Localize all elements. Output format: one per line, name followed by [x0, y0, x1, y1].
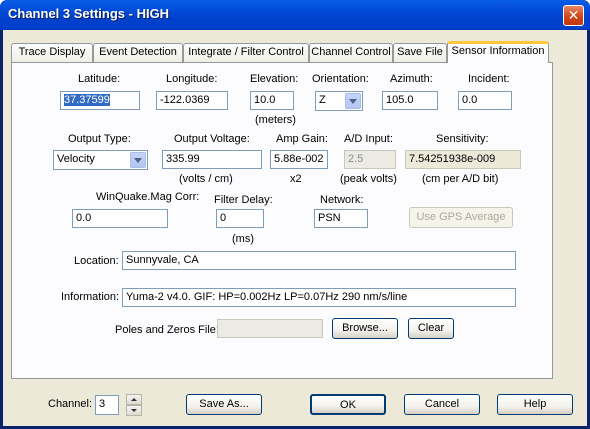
spin-up-icon[interactable]: [126, 394, 142, 405]
information-label: Information:: [61, 291, 120, 303]
amp-gain-unit: x2: [290, 173, 302, 185]
filter-delay-unit: (ms): [232, 233, 254, 245]
dialog-client: Trace Display Event Detection Integrate …: [3, 30, 587, 426]
sensitivity-unit: (cm per A/D bit): [422, 173, 499, 185]
network-field[interactable]: PSN: [314, 209, 368, 228]
output-voltage-unit: (volts / cm): [179, 173, 233, 185]
azimuth-field[interactable]: 105.0: [382, 91, 438, 110]
output-type-value: Velocity: [57, 153, 95, 165]
longitude-label: Longitude:: [166, 73, 218, 85]
filter-delay-label: Filter Delay:: [214, 194, 273, 206]
orientation-select[interactable]: Z: [315, 91, 363, 111]
output-voltage-label: Output Voltage:: [174, 133, 250, 145]
title-bar[interactable]: Channel 3 Settings - HIGH ✕: [0, 0, 590, 30]
help-button[interactable]: Help: [497, 394, 573, 415]
ad-input-field: 2.5: [344, 150, 396, 169]
tab-event-detection[interactable]: Event Detection: [93, 43, 183, 62]
sensor-information-panel: Latitude: 37.37599 Longitude: -122.0369 …: [11, 62, 553, 379]
sensitivity-label: Sensitivity:: [436, 133, 489, 145]
channel-label: Channel:: [48, 398, 93, 410]
save-as-button[interactable]: Save As...: [186, 394, 262, 415]
ok-button[interactable]: OK: [310, 394, 386, 415]
chevron-down-icon[interactable]: [130, 152, 146, 168]
latitude-field[interactable]: 37.37599: [60, 91, 140, 110]
filter-delay-field[interactable]: 0: [216, 209, 264, 228]
orientation-value: Z: [319, 94, 326, 106]
tab-channel-control[interactable]: Channel Control: [309, 43, 393, 62]
tab-sensor-information[interactable]: Sensor Information: [447, 41, 549, 63]
incident-field[interactable]: 0.0: [458, 91, 512, 110]
close-button[interactable]: ✕: [563, 5, 584, 26]
channel-field[interactable]: 3: [95, 395, 119, 415]
latitude-label: Latitude:: [78, 73, 121, 85]
tab-trace-display[interactable]: Trace Display: [11, 43, 93, 62]
latitude-value: 37.37599: [64, 94, 110, 106]
location-label: Location:: [74, 255, 119, 267]
ad-input-label: A/D Input:: [344, 133, 393, 145]
output-voltage-field[interactable]: 335.99: [162, 150, 262, 169]
winquake-mag-corr-label: WinQuake.Mag Corr:: [96, 191, 200, 203]
poles-zeros-label: Poles and Zeros File:: [115, 324, 219, 336]
tab-save-file[interactable]: Save File: [393, 43, 447, 62]
spin-down-icon[interactable]: [126, 405, 142, 416]
location-field[interactable]: Sunnyvale, CA: [122, 251, 516, 270]
tab-integrate-filter-control[interactable]: Integrate / Filter Control: [183, 43, 309, 62]
clear-button[interactable]: Clear: [408, 318, 454, 339]
browse-button[interactable]: Browse...: [332, 318, 398, 339]
settings-window: Channel 3 Settings - HIGH ✕ Trace Displa…: [0, 0, 590, 429]
amp-gain-label: Amp Gain:: [276, 133, 328, 145]
orientation-label: Orientation:: [312, 73, 369, 85]
azimuth-label: Azimuth:: [390, 73, 433, 85]
close-icon: ✕: [567, 7, 580, 23]
use-gps-average-button: Use GPS Average: [409, 207, 513, 228]
cancel-button[interactable]: Cancel: [404, 394, 480, 415]
ad-input-unit: (peak volts): [340, 173, 397, 185]
output-type-select[interactable]: Velocity: [53, 150, 148, 170]
incident-label: Incident:: [468, 73, 510, 85]
sensitivity-field: 7.54251938e-009: [405, 150, 521, 169]
winquake-mag-corr-field[interactable]: 0.0: [72, 209, 168, 228]
output-type-label: Output Type:: [68, 133, 131, 145]
elevation-unit: (meters): [255, 114, 296, 126]
chevron-down-icon[interactable]: [345, 93, 361, 109]
elevation-label: Elevation:: [250, 73, 299, 85]
poles-zeros-file-field: [217, 319, 323, 338]
amp-gain-field[interactable]: 5.88e-002: [270, 150, 328, 169]
window-title: Channel 3 Settings - HIGH: [8, 6, 170, 21]
longitude-field[interactable]: -122.0369: [156, 91, 228, 110]
channel-spinner[interactable]: [126, 394, 142, 416]
network-label: Network:: [320, 194, 364, 206]
information-field[interactable]: Yuma-2 v4.0. GIF: HP=0.002Hz LP=0.07Hz 2…: [122, 288, 516, 307]
elevation-field[interactable]: 10.0: [250, 91, 294, 110]
